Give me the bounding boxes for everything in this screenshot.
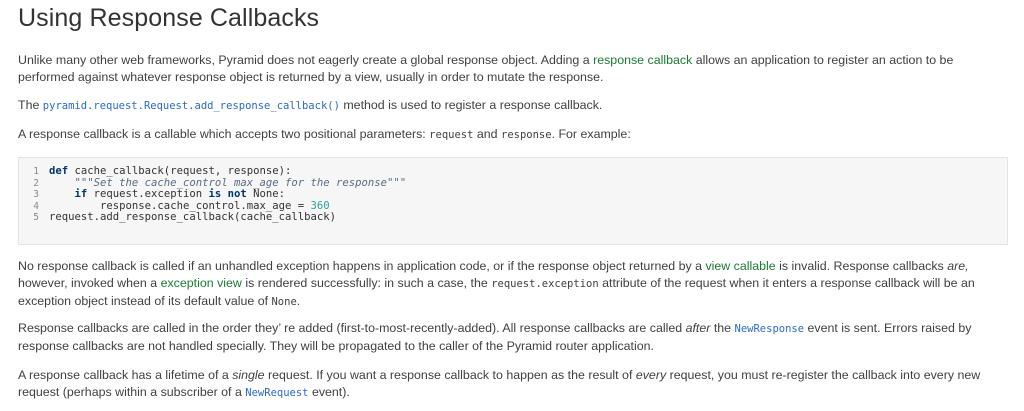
text: A response callback is a callable which … <box>18 127 430 141</box>
line-number-gutter: 1 2 3 4 5 <box>19 166 39 224</box>
code-text: cache_callback(request, response): <box>68 165 292 177</box>
emphasis: after <box>685 321 711 335</box>
paragraph-order: Response callbacks are called in the ord… <box>18 320 1008 355</box>
newresponse-link[interactable]: NewResponse <box>735 323 805 335</box>
emphasis: are, <box>947 259 969 273</box>
inline-code-none: None <box>271 296 297 308</box>
text: method is used to register a response ca… <box>339 98 603 112</box>
line-number: 2 <box>33 177 39 189</box>
code-text: request.add_response_callback(cache_call… <box>49 211 337 223</box>
line-number: 4 <box>33 200 39 212</box>
line-number: 1 <box>33 166 39 177</box>
text: event). <box>308 385 350 399</box>
text: and <box>473 127 501 141</box>
page-title: Using Response Callbacks <box>18 4 320 32</box>
paragraph-intro: Unlike many other web frameworks, Pyrami… <box>18 52 1008 86</box>
text: however, invoked when a <box>18 276 161 290</box>
code-text: request.exception <box>87 188 209 200</box>
add-response-callback-link[interactable]: pyramid.request.Request.add_response_cal… <box>43 100 340 112</box>
code-lines: def cache_callback(request, response): "… <box>49 165 407 224</box>
code-block: 1 2 3 4 5 def cache_callback(request, re… <box>18 157 1008 245</box>
line-number: 5 <box>33 212 39 223</box>
docstring: """Set the cache_control max_age for the… <box>74 176 407 189</box>
keyword: def <box>49 165 69 177</box>
text: No response callback is called if an unh… <box>18 259 706 273</box>
inline-code-response: response <box>501 129 552 141</box>
inline-code-request-exception: request.exception <box>491 278 599 290</box>
paragraph-method: The pyramid.request.Request.add_response… <box>18 97 1008 115</box>
paragraph-callable: A response callback is a callable which … <box>18 126 1008 144</box>
code-text: None: <box>246 188 286 200</box>
paragraph-exceptions: No response callback is called if an unh… <box>18 258 1008 311</box>
document-page: Using Response Callbacks Unlike many oth… <box>0 0 1024 411</box>
code-text: response.cache_control.max_age = <box>100 199 311 212</box>
text: is rendered successfully: in such a case… <box>241 276 492 290</box>
text: . <box>296 294 301 308</box>
newrequest-link[interactable]: NewRequest <box>245 387 308 399</box>
text: Unlike many other web frameworks, Pyrami… <box>18 53 594 67</box>
text: . For example: <box>551 127 631 141</box>
emphasis: single <box>232 368 265 382</box>
view-callable-link[interactable]: view callable <box>705 259 775 273</box>
text: The <box>18 98 43 112</box>
text: A response callback has a lifetime of a <box>18 368 233 382</box>
line-number: 3 <box>33 189 39 200</box>
code-line-5: request.add_response_callback(cache_call… <box>49 211 406 224</box>
response-callback-link[interactable]: response callback <box>593 53 692 67</box>
keyword: is not <box>208 188 247 200</box>
emphasis: every <box>635 368 667 382</box>
text: is invalid. Response callbacks <box>775 259 948 273</box>
paragraph-lifetime: A response callback has a lifetime of a … <box>18 367 1008 402</box>
keyword: if <box>74 188 88 200</box>
exception-view-link[interactable]: exception view <box>161 276 242 290</box>
inline-code-request: request <box>429 129 474 141</box>
number-literal: 360 <box>310 199 330 212</box>
text: the <box>710 321 735 335</box>
text: request. If you want a response callback… <box>264 368 636 382</box>
text: Response callbacks are called in the ord… <box>18 321 686 335</box>
